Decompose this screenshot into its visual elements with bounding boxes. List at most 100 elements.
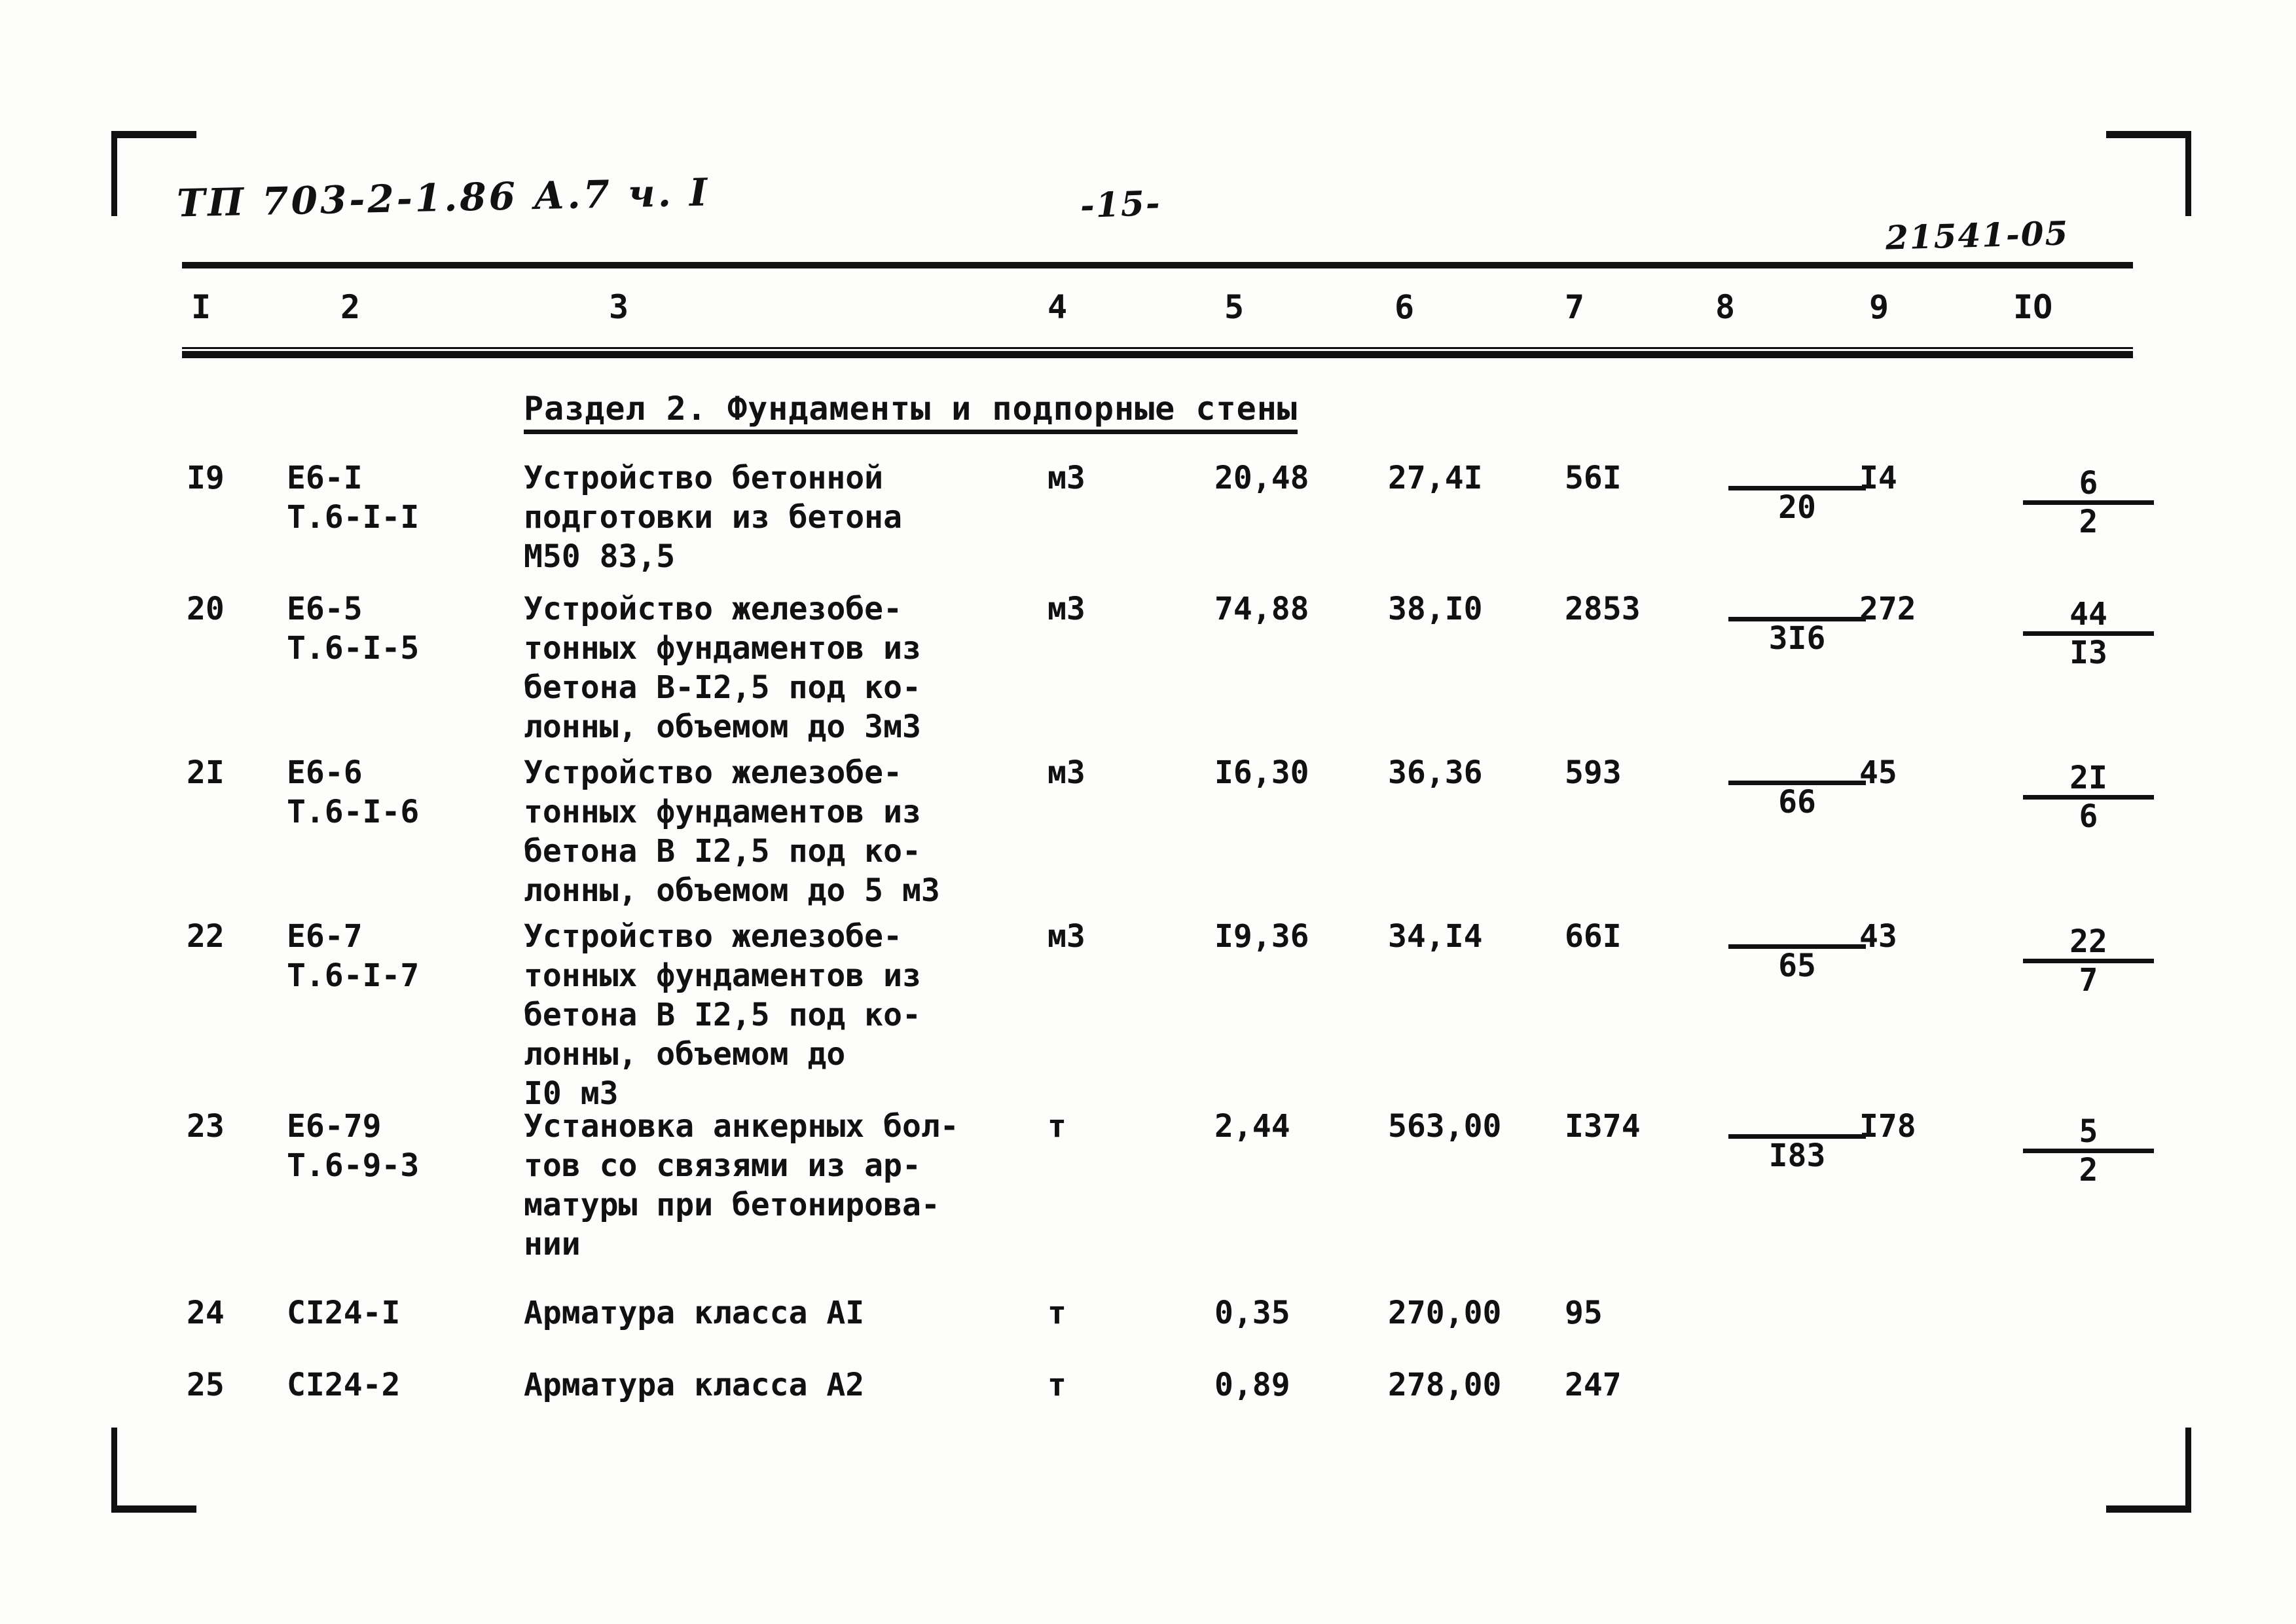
row-col9: 43 <box>1859 918 1897 955</box>
row-code-line: Е6-5 <box>287 591 363 627</box>
row-unit: м3 <box>1048 591 1085 627</box>
row-unit: м3 <box>1048 460 1085 496</box>
row-col8-fraction-numerator <box>1728 761 1866 785</box>
row-col9: I78 <box>1859 1108 1916 1145</box>
row-description-line: Устройство железобе- <box>524 754 902 791</box>
row-col8-fraction: 65 <box>1728 925 1866 983</box>
row-description-line: Арматура класса А2 <box>524 1367 865 1403</box>
row-description-line: бетона В I2,5 под ко- <box>524 833 921 870</box>
row-col10-fraction-numerator: 5 <box>2023 1115 2154 1153</box>
row-code-line: Е6-7 <box>287 918 363 955</box>
row-col8-fraction: 66 <box>1728 761 1866 819</box>
row-col10-fraction-numerator: 22 <box>2023 925 2154 963</box>
row-code: Е6-7 Т.6-I-7 <box>287 917 503 995</box>
row-col8-fraction-denominator: 3I6 <box>1768 620 1826 657</box>
row-price: 38,I0 <box>1388 591 1483 627</box>
row-number: 22 <box>187 918 225 955</box>
row-code-line: Т.6-I-I <box>287 499 420 536</box>
row-col9: 45 <box>1859 754 1897 791</box>
row-unit: т <box>1048 1108 1066 1145</box>
row-description: Арматура класса АI <box>524 1293 1021 1333</box>
row-description-line: Устройство железобе- <box>524 918 902 955</box>
row-col10-fraction-denominator: I3 <box>2069 635 2107 671</box>
row-quantity: 0,35 <box>1214 1295 1290 1331</box>
row-col10-fraction-denominator: 2 <box>2079 1152 2098 1189</box>
row-number: 2I <box>187 754 225 791</box>
row-number: 20 <box>187 591 225 627</box>
row-col9: 272 <box>1859 591 1916 627</box>
row-quantity: I6,30 <box>1214 754 1309 791</box>
row-col10-fraction: 2I 6 <box>2023 761 2154 834</box>
row-col10-fraction-numerator: 6 <box>2023 466 2154 505</box>
scanned-document-page: ТП 703-2-1.86 А.7 ч. I -15- 21541-05 I23… <box>0 0 2296 1624</box>
row-quantity: I9,36 <box>1214 918 1309 955</box>
row-total: 593 <box>1565 754 1622 791</box>
row-description-line: Устройство бетонной <box>524 460 884 496</box>
row-description: Установка анкерных бол-тов со связями из… <box>524 1107 1021 1264</box>
row-unit: т <box>1048 1295 1066 1331</box>
row-number: I9 <box>187 460 225 496</box>
table-body: I9 Е6-I Т.6-I-I Устройство бетонной подготов… <box>0 0 2296 1624</box>
row-code-line: Е6-6 <box>287 754 363 791</box>
row-description-line: Установка анкерных бол- <box>524 1108 959 1145</box>
row-description: Устройство железобе-тонных фундаментов и… <box>524 753 1021 910</box>
row-code: Е6-6 Т.6-I-6 <box>287 753 503 832</box>
row-col10-fraction-numerator: 2I <box>2023 761 2154 800</box>
row-description-line: бетона В I2,5 под ко- <box>524 997 921 1033</box>
row-code: СI24-I <box>287 1293 503 1333</box>
row-code-line: Т.6-I-7 <box>287 957 420 994</box>
row-total: I374 <box>1565 1108 1641 1145</box>
row-quantity: 20,48 <box>1214 460 1309 496</box>
row-code: Е6-5 Т.6-I-5 <box>287 589 503 668</box>
row-description-line: бетона В-I2,5 под ко- <box>524 669 921 706</box>
row-description-line: тонных фундаментов из <box>524 630 921 667</box>
row-unit: м3 <box>1048 754 1085 791</box>
row-description-line: лонны, объемом до 5 м3 <box>524 872 940 909</box>
row-col8-fraction-denominator: 65 <box>1778 948 1816 984</box>
row-col8-fraction-numerator <box>1728 466 1866 490</box>
row-total: 56I <box>1565 460 1622 496</box>
row-description-line: Арматура класса АI <box>524 1295 865 1331</box>
row-col8-fraction-numerator <box>1728 1115 1866 1139</box>
row-col10-fraction: 22 7 <box>2023 925 2154 997</box>
row-col10-fraction-denominator: 2 <box>2079 504 2098 540</box>
row-col10-fraction-denominator: 7 <box>2079 962 2098 999</box>
row-price: 278,00 <box>1388 1367 1502 1403</box>
row-quantity: 74,88 <box>1214 591 1309 627</box>
row-total: 2853 <box>1565 591 1641 627</box>
row-col10-fraction: 44 I3 <box>2023 597 2154 670</box>
row-col10-fraction: 52 <box>2023 1115 2154 1187</box>
row-code-line: Е6-I <box>287 460 363 496</box>
row-description: Устройство железобе-тонных фундаментов и… <box>524 589 1021 747</box>
row-col8-fraction: 20 <box>1728 466 1866 525</box>
row-total: 95 <box>1565 1295 1603 1331</box>
row-description-line: лонны, объемом до 3м3 <box>524 709 921 745</box>
row-code: Е6-79 Т.6-9-3 <box>287 1107 503 1185</box>
row-description: Арматура класса А2 <box>524 1365 1021 1405</box>
row-price: 27,4I <box>1388 460 1483 496</box>
row-code: Е6-I Т.6-I-I <box>287 458 503 537</box>
row-description-line: М50 83,5 <box>524 538 676 575</box>
row-price: 36,36 <box>1388 754 1483 791</box>
row-col8-fraction-numerator <box>1728 925 1866 949</box>
row-col10-fraction-denominator: 6 <box>2079 798 2098 835</box>
row-description-line: тов со связями из ар- <box>524 1147 921 1184</box>
row-code-line: СI24-I <box>287 1295 401 1331</box>
row-description-line: Устройство железобе- <box>524 591 902 627</box>
row-price: 563,00 <box>1388 1108 1502 1145</box>
row-code-line: Т.6-9-3 <box>287 1147 420 1184</box>
row-quantity: 0,89 <box>1214 1367 1290 1403</box>
row-col8-fraction: I83 <box>1728 1115 1866 1173</box>
row-total: 66I <box>1565 918 1622 955</box>
row-col9: I4 <box>1859 460 1897 496</box>
row-code-line: Т.6-I-6 <box>287 794 420 830</box>
row-description-line: матуры при бетонирова- <box>524 1187 940 1223</box>
row-number: 23 <box>187 1108 225 1145</box>
row-unit: м3 <box>1048 918 1085 955</box>
row-description-line: тонных фундаментов из <box>524 957 921 994</box>
row-description-line: подготовки из бетона <box>524 499 902 536</box>
row-number: 25 <box>187 1367 225 1403</box>
row-description: Устройство бетонной подготовки из бетона М… <box>524 458 1021 576</box>
row-description-line: нии <box>524 1226 581 1263</box>
row-col8-fraction-denominator: 20 <box>1778 489 1816 526</box>
